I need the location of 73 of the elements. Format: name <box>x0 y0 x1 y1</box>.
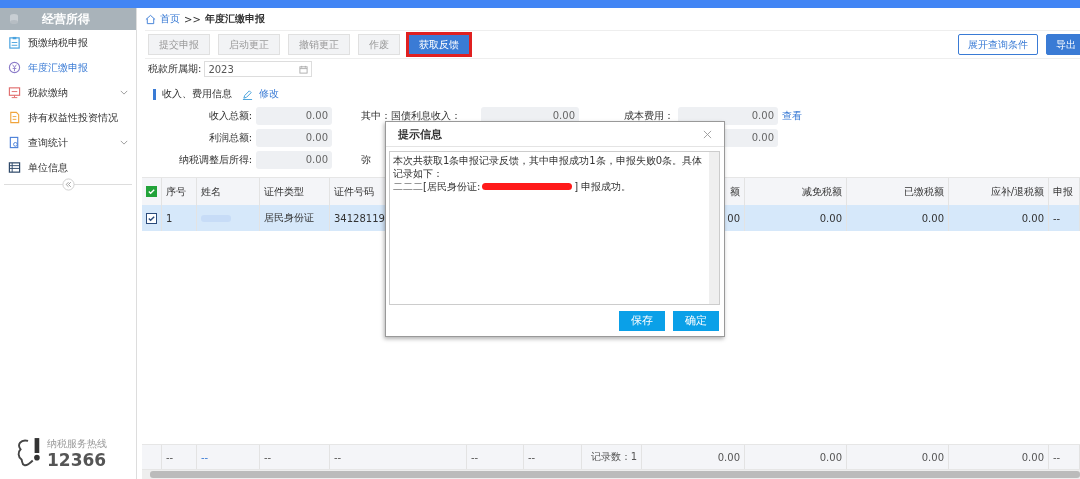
message-textarea[interactable]: 本次共获取1条申报记录反馈，其中申报成功1条，申报失败0条。具体记录如下： 二二二[居民身份证: ] 申报成功。 <box>389 151 720 305</box>
list-icon <box>8 161 21 174</box>
close-icon[interactable] <box>703 129 712 139</box>
table-cell: 0.00 <box>819 212 842 224</box>
hotline-caption: 纳税服务热线 <box>47 437 107 451</box>
edit-link[interactable]: 修改 <box>259 87 279 101</box>
pencil-icon[interactable] <box>242 88 253 100</box>
dialog-button[interactable]: 保存 <box>619 310 665 331</box>
breadcrumb-current: 年度汇缴申报 <box>204 12 265 26</box>
home-link[interactable]: 首页 <box>160 12 180 26</box>
sidebar-item[interactable]: 单位信息 <box>0 155 136 180</box>
summary-cell: -- <box>528 451 536 463</box>
summary-cell: 记录数：1 <box>590 450 637 464</box>
summary-cell: -- <box>334 451 342 463</box>
calendar-icon[interactable] <box>299 64 309 74</box>
toolbar-button[interactable]: 获取反馈 <box>408 34 470 55</box>
summary-cell: -- <box>264 451 272 463</box>
table-cell: 0.00 <box>921 212 944 224</box>
message-text: ] 申报成功。 <box>574 180 632 193</box>
sidebar-item[interactable]: 预缴纳税申报 <box>0 30 136 55</box>
monitor-icon <box>8 86 21 99</box>
table-cell: -- <box>1053 212 1061 224</box>
document-icon <box>8 111 21 124</box>
summary-cell: 0.00 <box>1021 451 1044 463</box>
coins-icon <box>8 13 20 25</box>
select-all-checkbox[interactable] <box>146 186 157 197</box>
view-link[interactable]: 查看 <box>782 109 802 123</box>
toolbar-button[interactable]: 导出 <box>1046 34 1080 55</box>
sidebar-item[interactable]: 税款缴纳 <box>0 80 136 105</box>
sidebar-item[interactable]: 年度汇缴申报 <box>0 55 136 80</box>
amount-field: 0.00 <box>256 107 332 125</box>
home-icon[interactable] <box>145 13 156 25</box>
search-document-icon <box>8 136 21 149</box>
hotline-number: 12366 <box>47 451 107 469</box>
table-cell: 34128119 <box>334 212 385 224</box>
table-cell: 0.00 <box>1021 212 1044 224</box>
summary-cell: -- <box>201 451 209 463</box>
summary-cell: 0.00 <box>717 451 740 463</box>
horizontal-scrollbar[interactable] <box>142 470 1080 479</box>
section-title: 收入、费用信息 <box>162 87 232 101</box>
clipboard-icon <box>8 36 21 49</box>
table-cell: 00 <box>727 212 740 224</box>
summary-cell: 0.00 <box>921 451 944 463</box>
dialog-button[interactable]: 确定 <box>673 310 719 331</box>
vertical-scrollbar[interactable] <box>709 152 719 304</box>
row-checkbox[interactable] <box>146 212 157 224</box>
hotline-logo-icon <box>15 437 43 469</box>
field-label: 收入总额: <box>208 110 252 121</box>
summary-cell: -- <box>471 451 479 463</box>
table-cell: 居民身份证 <box>264 211 314 225</box>
section-marker <box>153 88 156 100</box>
yen-icon <box>8 61 21 74</box>
dialog-title: 提示信息 <box>398 126 442 142</box>
sidebar-item[interactable]: 查询统计 <box>0 130 136 155</box>
sidebar-title: 经营所得 <box>42 10 90 28</box>
period-field[interactable]: 2023 <box>204 61 313 77</box>
summary-cell: -- <box>1053 451 1061 463</box>
breadcrumb-separator: >> <box>184 13 201 25</box>
summary-cell: 0.00 <box>819 451 842 463</box>
field-label: 利润总额: <box>208 132 252 143</box>
sidebar-item[interactable]: 持有权益性投资情况 <box>0 105 136 130</box>
table-cell: 1 <box>166 212 173 224</box>
amount-field: 0.00 <box>256 151 332 169</box>
summary-cell: -- <box>166 451 174 463</box>
field-label: 成本费用： <box>624 110 674 121</box>
message-text: 本次共获取1条申报记录反馈，其中申报成功1条，申报失败0条。具体记录如下： <box>393 154 704 180</box>
field-label: 弥 <box>361 154 371 165</box>
field-label: 其中：国债利息收入： <box>361 110 461 121</box>
amount-field: 0.00 <box>256 129 332 147</box>
period-label: 税款所属期: <box>148 62 202 76</box>
field-label: 纳税调整后所得: <box>178 154 252 165</box>
toolbar-button[interactable]: 展开查询条件 <box>958 34 1038 55</box>
collapse-icon[interactable] <box>61 178 75 191</box>
